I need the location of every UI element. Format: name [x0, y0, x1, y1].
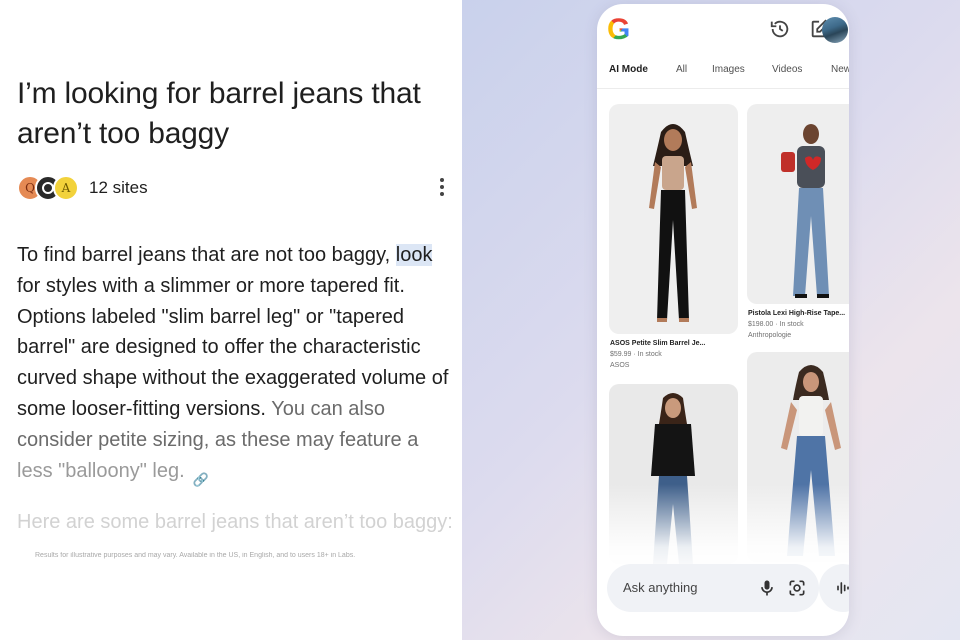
phone-screen: G AI Mode All Images Videos News	[597, 4, 849, 636]
product-store-2: Anthropologie	[748, 332, 792, 339]
user-avatar[interactable]	[822, 17, 848, 43]
tabs-divider	[597, 88, 849, 89]
answer-part4: less "balloony" leg.	[17, 459, 185, 482]
sources-row[interactable]: Q A 12 sites	[17, 174, 148, 202]
product-image-2[interactable]	[747, 104, 849, 304]
microphone-icon[interactable]	[757, 578, 777, 598]
followup-text: Here are some barrel jeans that aren’t t…	[17, 511, 453, 533]
ask-input-placeholder[interactable]: Ask anything	[623, 580, 697, 595]
tab-videos[interactable]: Videos	[772, 64, 802, 75]
sites-count-label: 12 sites	[89, 178, 148, 197]
phone-backdrop: G AI Mode All Images Videos News	[462, 0, 960, 640]
answer-part1: To find barrel jeans that are not too ba…	[17, 244, 396, 266]
model-photo-2	[781, 124, 829, 298]
product-price-2: $198.00 · In stock	[748, 321, 804, 328]
answer-highlight: look	[395, 244, 433, 266]
answer-text: To find barrel jeans that are not too ba…	[17, 240, 457, 487]
lens-camera-icon[interactable]	[787, 578, 807, 598]
product-info-2[interactable]: Pistola Lexi High-Rise Tape... $198.00 ·…	[748, 308, 849, 341]
tab-images[interactable]: Images	[712, 64, 745, 75]
tab-news[interactable]: News	[831, 64, 849, 75]
ask-input-bar[interactable]: Ask anything	[607, 564, 819, 612]
history-icon[interactable]	[769, 18, 791, 40]
disclaimer-text: Results for illustrative purposes and ma…	[35, 552, 356, 559]
more-options-icon[interactable]	[436, 176, 448, 198]
scroll-fade-overlay	[597, 484, 849, 574]
voice-wave-icon	[837, 582, 849, 594]
product-price-1: $59.99 · In stock	[610, 351, 662, 358]
product-image-1[interactable]	[609, 104, 738, 334]
link-icon[interactable]: 🔗	[193, 465, 209, 487]
product-info-1[interactable]: ASOS Petite Slim Barrel Je... $59.99 · I…	[610, 338, 739, 371]
query-heading: I’m looking for barrel jeans that aren’t…	[17, 77, 421, 150]
source-favicon-a: A	[53, 175, 79, 201]
search-tabs: AI Mode All Images Videos News	[597, 64, 849, 86]
tab-ai-mode[interactable]: AI Mode	[609, 64, 648, 75]
product-store-1: ASOS	[610, 362, 630, 369]
google-logo-icon[interactable]: G	[607, 15, 635, 45]
ai-answer-panel: I’m looking for barrel jeans that aren’t…	[0, 0, 462, 640]
product-title-1: ASOS Petite Slim Barrel Je...	[610, 340, 706, 347]
product-title-2: Pistola Lexi High-Rise Tape...	[748, 310, 846, 317]
model-photo-1	[649, 124, 697, 322]
tab-all[interactable]: All	[676, 64, 687, 75]
